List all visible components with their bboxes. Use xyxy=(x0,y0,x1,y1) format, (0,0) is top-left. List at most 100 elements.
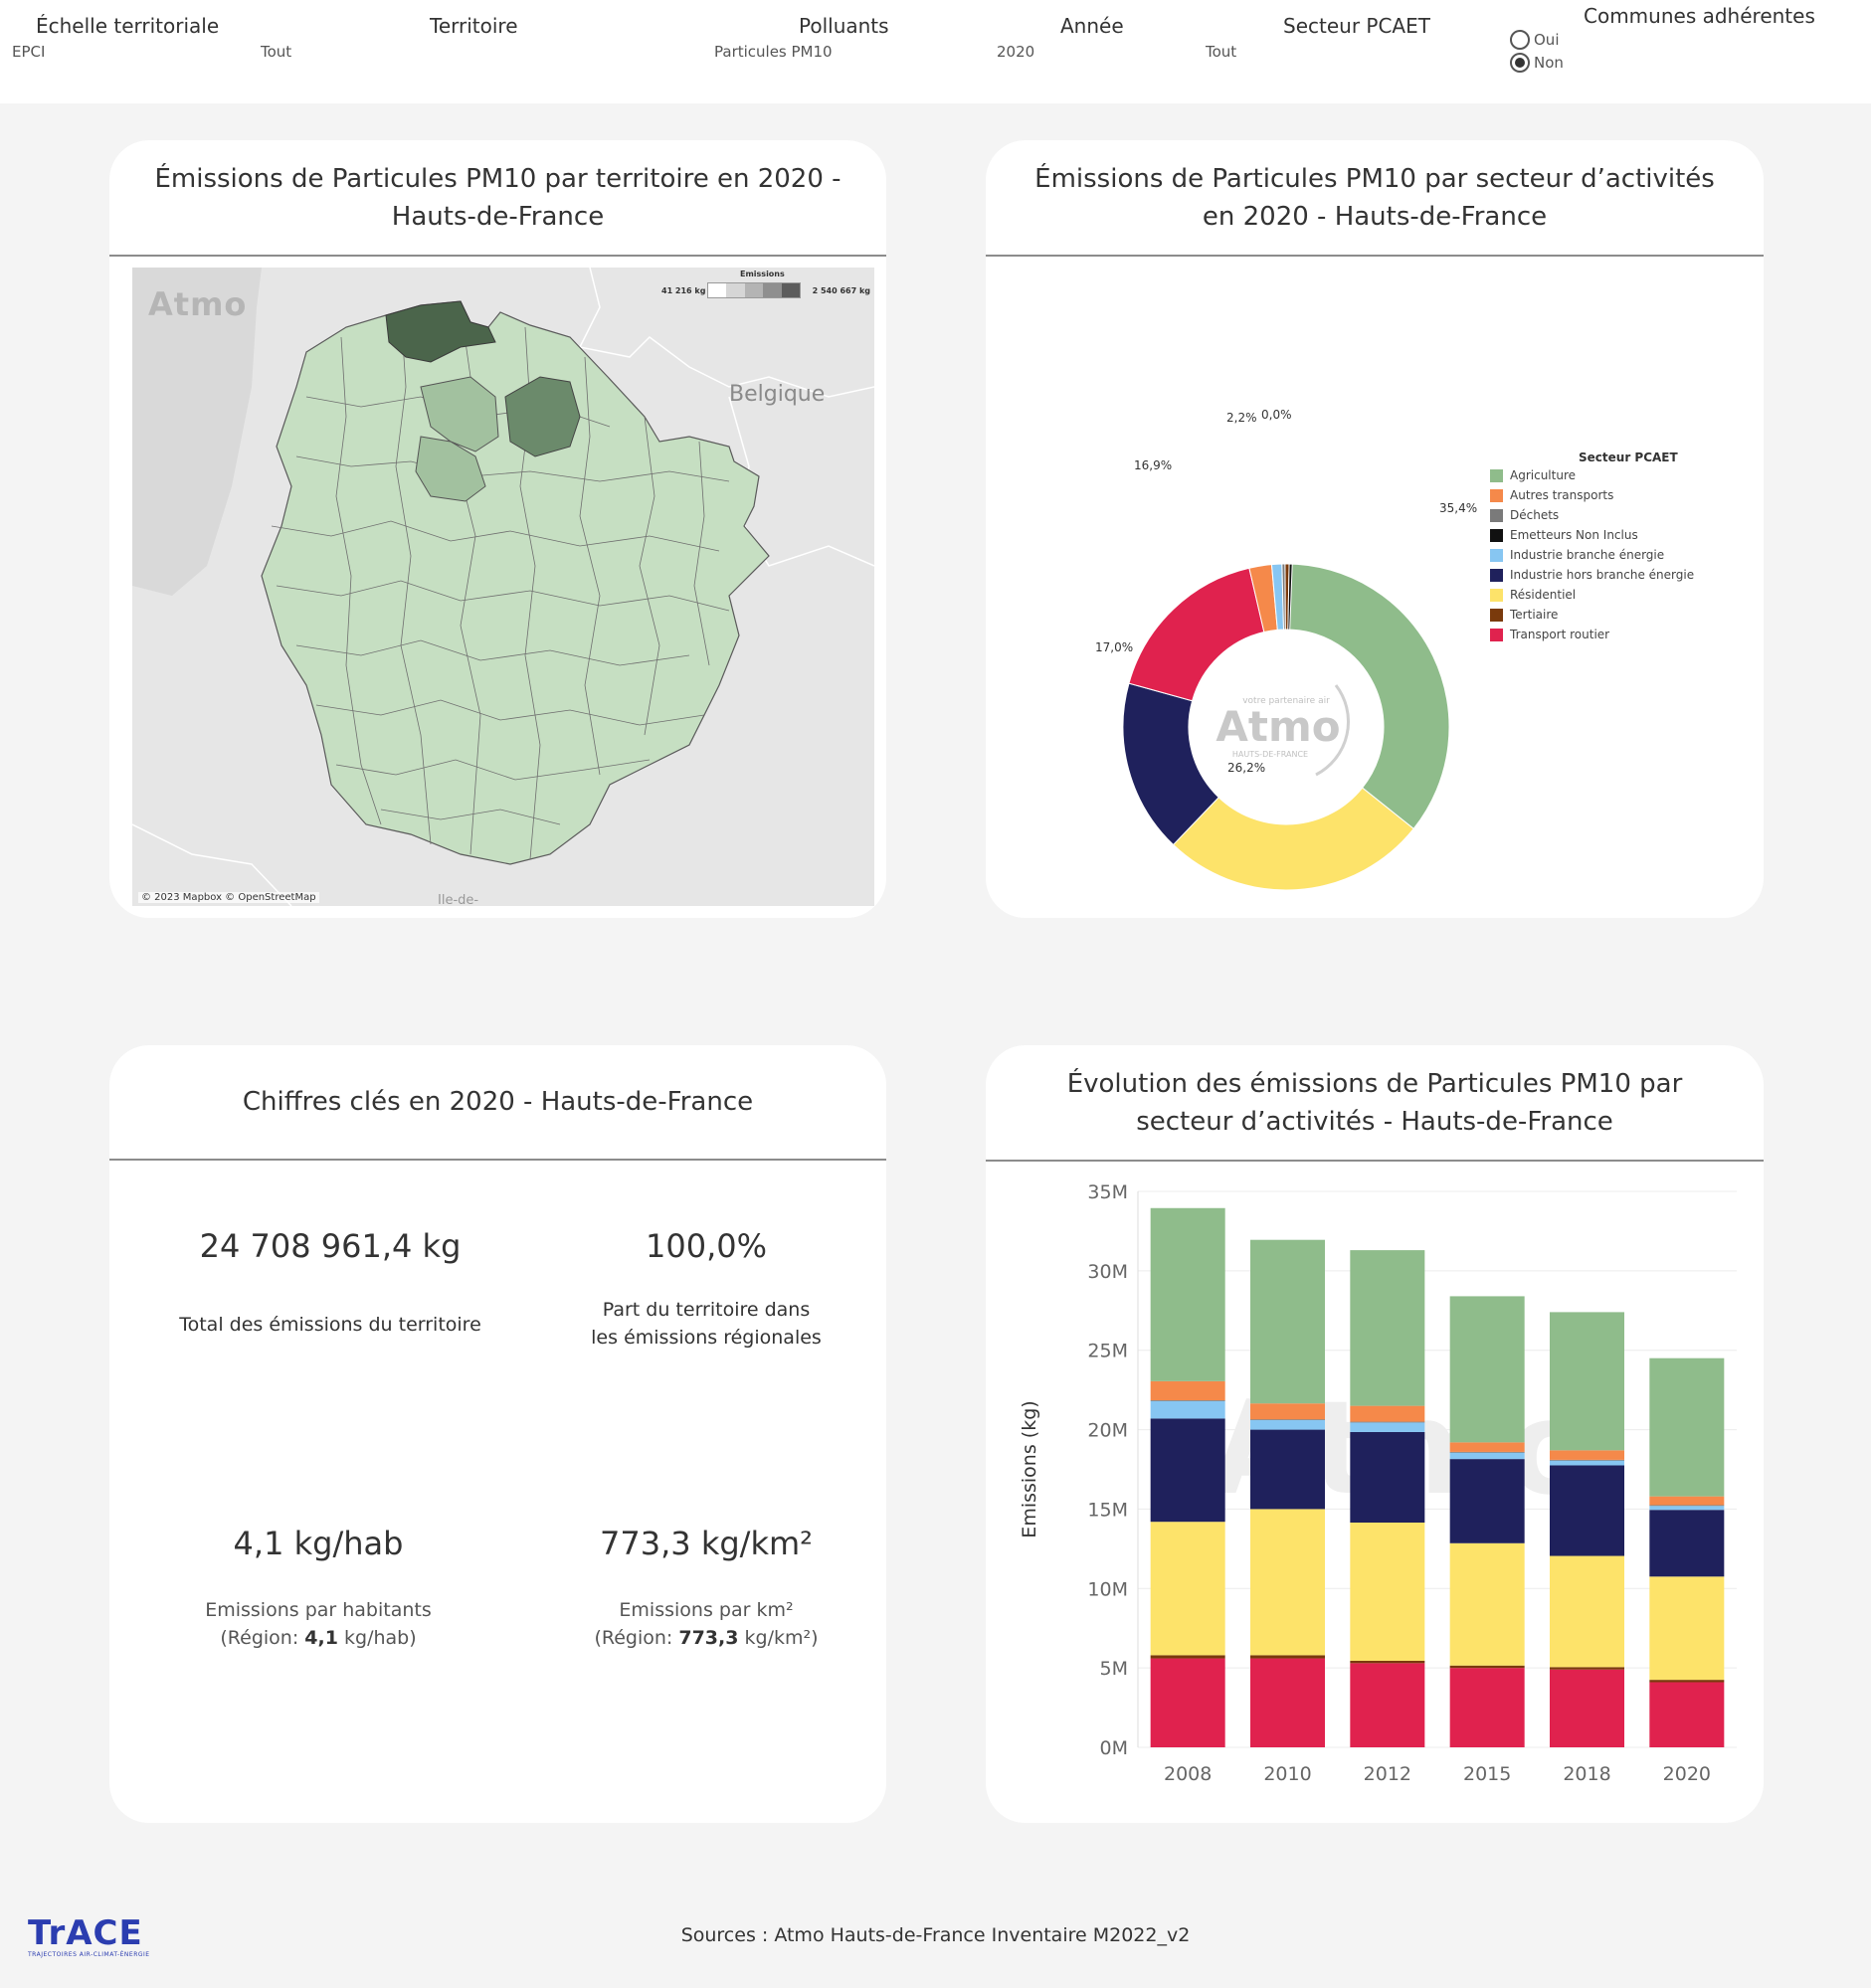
bar-segment-2018-r-sidentiel[interactable] xyxy=(1550,1555,1624,1668)
donut-legend-item-industrie-branche-nergie[interactable]: Industrie branche énergie xyxy=(1490,548,1664,562)
legend-swatch xyxy=(1490,508,1503,522)
radio-oui-circle[interactable] xyxy=(1510,30,1530,50)
kpi-km2-region-value: 773,3 xyxy=(678,1627,739,1649)
kpi-km2-region-prefix: (Région: xyxy=(594,1627,673,1649)
radio-oui[interactable]: Oui xyxy=(1510,30,1559,50)
bar-segment-2018-agriculture[interactable] xyxy=(1550,1312,1624,1451)
radio-non-circle[interactable] xyxy=(1510,53,1530,73)
bar-segment-2012-industrie-hors-branche-nergie[interactable] xyxy=(1350,1431,1425,1524)
bar-segment-2008-autres-transports[interactable] xyxy=(1150,1380,1225,1401)
bar-segment-2020-r-sidentiel[interactable] xyxy=(1649,1576,1725,1681)
bar-segment-2012-transport-routier[interactable] xyxy=(1350,1663,1425,1747)
bar-segment-2008-r-sidentiel[interactable] xyxy=(1150,1522,1225,1656)
bar-segment-2020-tertiaire[interactable] xyxy=(1649,1680,1725,1683)
map-card-title: Émissions de Particules PM10 par territo… xyxy=(109,140,886,257)
trace-logo-sub: TRAJECTOIRES AIR-CLIMAT-ÉNERGIE xyxy=(28,1951,150,1958)
bar-segment-2012-autres-transports[interactable] xyxy=(1350,1405,1425,1422)
y-tick-label: 0M xyxy=(1100,1737,1128,1759)
legend-label: Emetteurs Non Inclus xyxy=(1510,528,1638,542)
bar-segment-2008-tertiaire[interactable] xyxy=(1150,1655,1225,1659)
kpi-part-desc-line1: Part du territoire dans xyxy=(602,1299,811,1321)
bar-segment-2015-autres-transports[interactable] xyxy=(1449,1442,1525,1452)
bar-segment-2015-industrie-branche-nergie[interactable] xyxy=(1449,1452,1525,1460)
donut-legend-item-emetteurs-non-inclus[interactable]: Emetteurs Non Inclus xyxy=(1490,528,1638,542)
kpi-hab-desc-line2: (Région: 4,1 kg/hab) xyxy=(109,1624,527,1652)
map-label-belgique: Belgique xyxy=(729,382,826,407)
bar-segment-2010-industrie-hors-branche-nergie[interactable] xyxy=(1250,1429,1325,1510)
radio-non-label: Non xyxy=(1534,54,1564,72)
bar-segment-2015-transport-routier[interactable] xyxy=(1449,1668,1525,1747)
bar-segment-2015-tertiaire[interactable] xyxy=(1449,1665,1525,1669)
bar-segment-2020-transport-routier[interactable] xyxy=(1649,1682,1725,1747)
bar-segment-2010-autres-transports[interactable] xyxy=(1250,1403,1325,1420)
bar-segment-2018-transport-routier[interactable] xyxy=(1550,1669,1624,1747)
bar-segment-2015-r-sidentiel[interactable] xyxy=(1449,1542,1525,1666)
bar-segment-2020-industrie-hors-branche-nergie[interactable] xyxy=(1649,1510,1725,1577)
bar-segment-2018-industrie-branche-nergie[interactable] xyxy=(1550,1460,1624,1466)
y-axis-title: Emissions (kg) xyxy=(1019,1400,1040,1537)
bar-segment-2020-agriculture[interactable] xyxy=(1649,1357,1725,1497)
donut-legend-item-transport-routier[interactable]: Transport routier xyxy=(1490,628,1609,641)
bar-segment-2015-d-chets[interactable] xyxy=(1449,1451,1525,1453)
filter-bar: Échelle territoriale EPCI Tout Territoir… xyxy=(0,0,1871,103)
radio-non[interactable]: Non xyxy=(1510,53,1564,73)
filter-polluants-value[interactable]: Particules PM10 xyxy=(714,43,833,61)
donut-chart[interactable]: votre partenaire airAtmoHAUTS-DE-FRANCE xyxy=(986,140,1764,918)
donut-legend-item-d-chets[interactable]: Déchets xyxy=(1490,508,1559,522)
map-attribution[interactable]: © 2023 Mapbox © OpenStreetMap xyxy=(138,892,319,903)
bar-segment-2010-r-sidentiel[interactable] xyxy=(1250,1509,1325,1656)
bar-segment-2012-industrie-branche-nergie[interactable] xyxy=(1350,1422,1425,1432)
bar-segment-2015-industrie-hors-branche-nergie[interactable] xyxy=(1449,1459,1525,1543)
bar-segment-2008-d-chets[interactable] xyxy=(1150,1400,1225,1401)
donut-slice-transport-routier[interactable] xyxy=(1128,567,1265,702)
bar-segment-2008-industrie-branche-nergie[interactable] xyxy=(1150,1400,1225,1419)
bar-segment-2020-autres-transports[interactable] xyxy=(1649,1496,1725,1506)
donut-legend-item-industrie-hors-branche-nergie[interactable]: Industrie hors branche énergie xyxy=(1490,568,1694,582)
donut-legend-item-tertiaire[interactable]: Tertiaire xyxy=(1490,608,1558,622)
kpi-km2-desc-line2: (Région: 773,3 kg/km²) xyxy=(507,1624,886,1652)
bar-segment-2012-r-sidentiel[interactable] xyxy=(1350,1523,1425,1661)
y-tick-label: 20M xyxy=(1087,1420,1128,1442)
bar-segment-2018-d-chets[interactable] xyxy=(1550,1459,1624,1461)
bar-segment-2018-industrie-hors-branche-nergie[interactable] xyxy=(1550,1465,1624,1556)
bar-segment-2018-tertiaire[interactable] xyxy=(1550,1667,1624,1670)
kpi-km2-desc-line1: Emissions par km² xyxy=(619,1599,794,1621)
bar-segment-2008-industrie-hors-branche-nergie[interactable] xyxy=(1150,1418,1225,1523)
donut-legend-item-agriculture[interactable]: Agriculture xyxy=(1490,468,1576,482)
kpi-km2-number: 773,3 xyxy=(600,1525,691,1562)
bar-segment-2020-d-chets[interactable] xyxy=(1649,1505,1725,1507)
bar-segment-2010-tertiaire[interactable] xyxy=(1250,1655,1325,1659)
legend-label: Déchets xyxy=(1510,508,1560,522)
bar-segment-2012-d-chets[interactable] xyxy=(1350,1421,1425,1423)
bar-card: Évolution des émissions de Particules PM… xyxy=(986,1045,1764,1823)
filter-echelle-value-2[interactable]: Tout xyxy=(261,43,291,61)
bar-segment-2012-agriculture[interactable] xyxy=(1350,1250,1425,1406)
legend-label: Industrie hors branche énergie xyxy=(1510,568,1695,582)
bar-segment-2018-autres-transports[interactable] xyxy=(1550,1450,1624,1460)
y-tick-label: 5M xyxy=(1100,1658,1128,1680)
legend-label: Transport routier xyxy=(1510,628,1610,641)
donut-legend-title: Secteur PCAET xyxy=(1579,451,1678,464)
bar-segment-2010-d-chets[interactable] xyxy=(1250,1419,1325,1420)
kpi-card: Chiffres clés en 2020 - Hauts-de-France … xyxy=(109,1045,886,1823)
bar-segment-2015-agriculture[interactable] xyxy=(1449,1296,1525,1443)
bar-segment-2010-agriculture[interactable] xyxy=(1250,1239,1325,1404)
bar-segment-2008-agriculture[interactable] xyxy=(1150,1207,1225,1381)
bar-segment-2010-industrie-branche-nergie[interactable] xyxy=(1250,1419,1325,1430)
y-tick-label: 15M xyxy=(1087,1499,1128,1521)
bar-segment-2012-tertiaire[interactable] xyxy=(1350,1660,1425,1664)
bar-chart[interactable]: 0M5M10M15M20M25M30M35MEmissions (kg)Atmo… xyxy=(986,1045,1764,1823)
bar-segment-2010-transport-routier[interactable] xyxy=(1250,1658,1325,1747)
filter-annee-value[interactable]: 2020 xyxy=(997,43,1034,61)
legend-swatch xyxy=(1490,628,1503,641)
kpi-hab-region-unit: kg/hab) xyxy=(344,1627,417,1649)
donut-legend-item-autres-transports[interactable]: Autres transports xyxy=(1490,488,1613,502)
x-tick-label-2008: 2008 xyxy=(1164,1763,1212,1785)
bar-segment-2020-industrie-branche-nergie[interactable] xyxy=(1649,1506,1725,1511)
map-view[interactable]: Atmo Belgique Ile-de- Emissions 41 216 k… xyxy=(132,268,874,906)
bar-segment-2008-transport-routier[interactable] xyxy=(1150,1658,1225,1747)
filter-echelle-value[interactable]: EPCI xyxy=(12,43,45,61)
kpi-hab-unit: kg/hab xyxy=(293,1525,404,1562)
donut-legend-item-r-sidentiel[interactable]: Résidentiel xyxy=(1490,588,1576,602)
filter-secteur-value[interactable]: Tout xyxy=(1206,43,1236,61)
